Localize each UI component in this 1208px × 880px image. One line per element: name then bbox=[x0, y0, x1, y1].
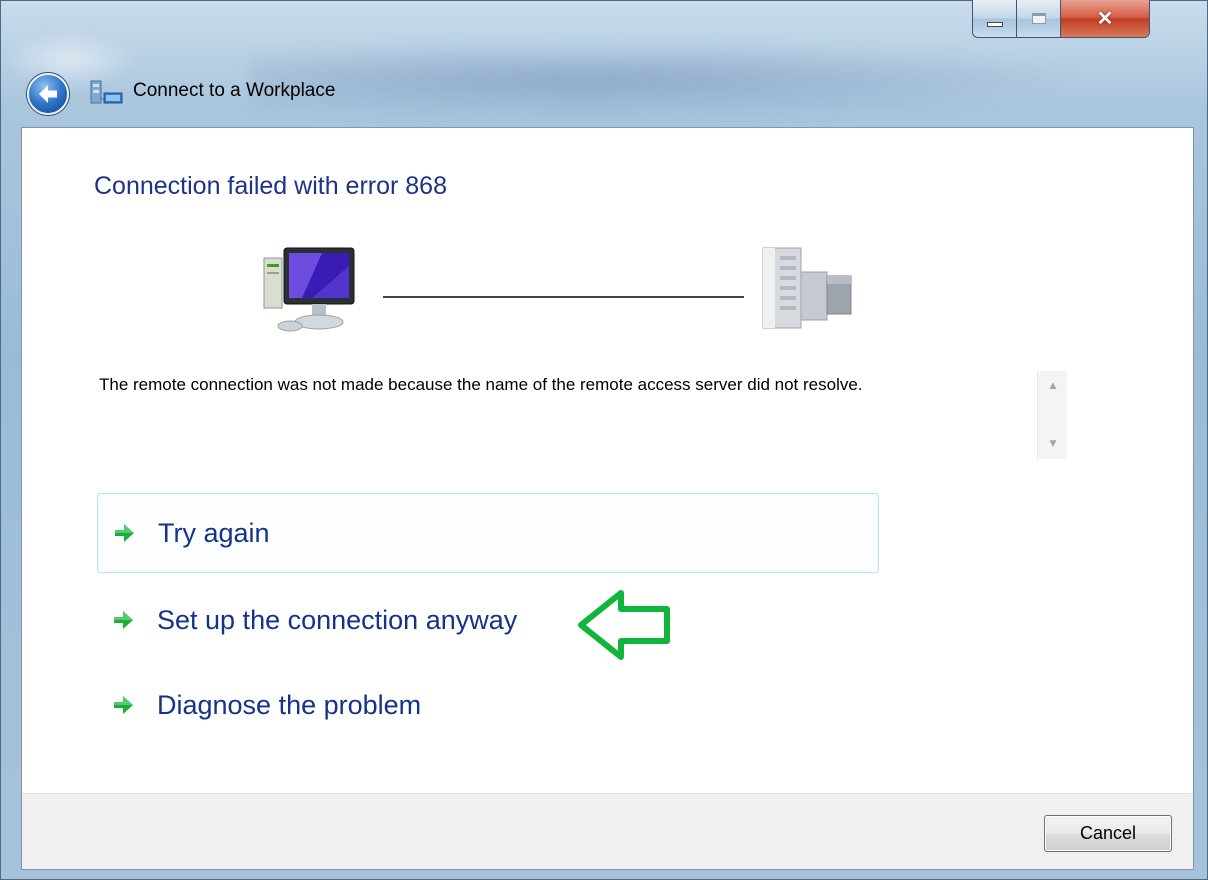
dialog-footer: Cancel bbox=[22, 793, 1193, 869]
page-title: Connection failed with error 868 bbox=[94, 172, 447, 200]
cancel-button[interactable]: Cancel bbox=[1044, 815, 1172, 852]
server-icon bbox=[762, 247, 852, 329]
computer-icon bbox=[263, 247, 355, 332]
window-title: Connect to a Workplace bbox=[133, 80, 336, 101]
connection-line bbox=[383, 296, 744, 298]
green-arrow-icon bbox=[114, 611, 133, 629]
caption-buttons: ✕ bbox=[972, 0, 1150, 38]
close-icon: ✕ bbox=[1096, 8, 1114, 30]
green-arrow-icon bbox=[115, 524, 134, 542]
green-arrow-icon bbox=[114, 696, 133, 714]
diagnose-label: Diagnose the problem bbox=[157, 689, 422, 720]
back-arrow-icon bbox=[39, 85, 57, 103]
set-up-anyway-link[interactable]: Set up the connection anyway bbox=[97, 580, 879, 660]
green-outline-arrow-icon bbox=[578, 590, 670, 660]
workplace-network-icon bbox=[90, 80, 123, 104]
dialog-content: Connection failed with error 868 The rem… bbox=[21, 127, 1194, 870]
scroll-up-icon[interactable]: ▲ bbox=[1038, 371, 1068, 401]
scroll-down-icon[interactable]: ▼ bbox=[1038, 429, 1068, 459]
try-again-link[interactable]: Try again bbox=[97, 493, 879, 573]
back-button[interactable] bbox=[27, 73, 69, 115]
error-message: The remote connection was not made becau… bbox=[99, 375, 863, 394]
diagnose-link[interactable]: Diagnose the problem bbox=[97, 665, 879, 745]
maximize-icon bbox=[1031, 13, 1046, 24]
set-up-anyway-label: Set up the connection anyway bbox=[157, 604, 518, 635]
background-blur bbox=[250, 40, 1090, 120]
minimize-icon bbox=[986, 22, 1003, 27]
try-again-label: Try again bbox=[158, 517, 270, 548]
minimize-button[interactable] bbox=[973, 0, 1017, 37]
message-scrollbar[interactable]: ▲ ▼ bbox=[1037, 371, 1067, 459]
close-button[interactable]: ✕ bbox=[1061, 0, 1149, 37]
maximize-button[interactable] bbox=[1017, 0, 1061, 37]
